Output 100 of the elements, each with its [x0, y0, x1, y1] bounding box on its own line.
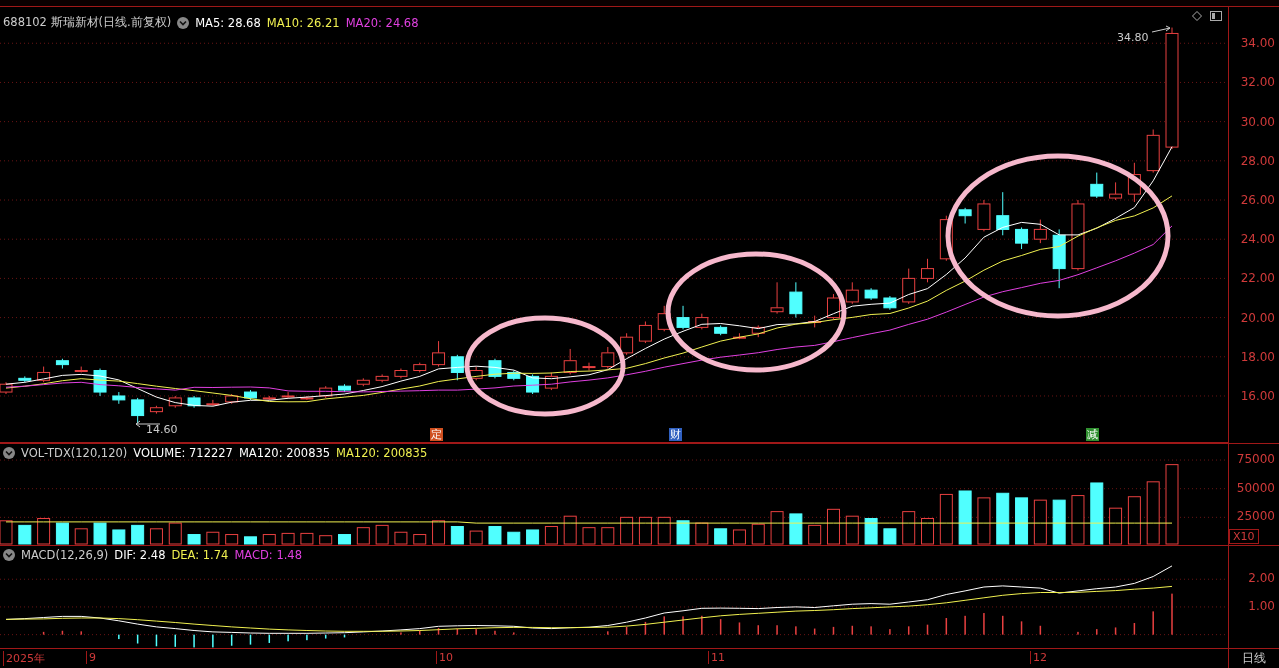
- low-price-label: 14.60: [146, 423, 178, 436]
- candlestick: [1015, 226, 1029, 250]
- indicator-value: MA120: 200835: [336, 446, 428, 460]
- candlestick: [507, 370, 521, 381]
- stock-title: 688102 斯瑞新材(日线.前复权): [3, 15, 172, 30]
- diamond-icon[interactable]: [1192, 11, 1202, 21]
- axis-label: 75000: [1236, 452, 1275, 467]
- axis-label: 30.00: [1240, 114, 1275, 129]
- axis-label: 25000: [1236, 509, 1275, 524]
- candlestick: [808, 315, 822, 328]
- candlestick: [620, 332, 634, 356]
- candlestick: [37, 366, 51, 383]
- candlestick: [206, 399, 220, 407]
- axis-label: 24.00: [1240, 232, 1275, 247]
- candlestick: [902, 268, 916, 305]
- event-marker[interactable]: 定: [430, 428, 443, 441]
- candlestick: [657, 305, 671, 332]
- candlestick: [695, 313, 709, 330]
- panel-toggle-icon[interactable]: [1210, 11, 1222, 21]
- candlestick: [864, 287, 878, 301]
- candlestick: [789, 281, 803, 319]
- chevron-down-icon[interactable]: [3, 447, 15, 459]
- axis-label: 22.00: [1240, 271, 1275, 286]
- axis-label: 28.00: [1240, 153, 1275, 168]
- axis-label: 32.00: [1240, 75, 1275, 90]
- candlestick: [131, 397, 145, 424]
- candlestick: [319, 385, 333, 399]
- axis-label: 20.00: [1240, 310, 1275, 325]
- candlestick: [770, 281, 784, 315]
- candlestick: [93, 368, 107, 397]
- candlestick: [262, 395, 276, 401]
- candlestick: [55, 358, 69, 370]
- indicator-title: VOL-TDX(120,120): [21, 446, 128, 460]
- candlestick: [488, 358, 502, 379]
- candlestick: [244, 389, 257, 401]
- candlestick: [1146, 128, 1160, 174]
- candlestick: [996, 191, 1010, 236]
- period-label[interactable]: 日线: [1242, 651, 1266, 666]
- axis-label: 1.00: [1248, 598, 1275, 613]
- candlestick: [921, 258, 934, 283]
- chevron-down-icon[interactable]: [3, 549, 15, 561]
- event-marker[interactable]: 财: [669, 428, 682, 441]
- candlestick: [1127, 162, 1141, 203]
- unit-label: X10: [1229, 529, 1259, 544]
- date-label: 9: [86, 651, 96, 664]
- axis-label: 2.00: [1248, 571, 1275, 586]
- candlestick: [958, 207, 972, 225]
- candlestick: [601, 346, 615, 370]
- indicator-value: MA5: 28.68: [195, 15, 261, 30]
- candlestick: [977, 199, 991, 232]
- candlestick: [356, 377, 370, 387]
- candlestick: [187, 395, 201, 409]
- candlestick: [300, 395, 314, 401]
- date-label: 2025年: [3, 651, 45, 666]
- date-label: 12: [1030, 651, 1047, 664]
- candlestick: [168, 395, 182, 409]
- candlestick: [375, 373, 389, 383]
- candlestick: [469, 366, 483, 381]
- axis-label: 50000: [1236, 480, 1275, 495]
- candlestick: [74, 366, 88, 373]
- candlestick: [751, 324, 765, 338]
- candlestick: [281, 391, 295, 399]
- axis-label: 34.00: [1240, 36, 1275, 51]
- candlestick: [714, 324, 728, 336]
- event-marker[interactable]: 减: [1086, 428, 1099, 441]
- chevron-down-icon[interactable]: [177, 16, 190, 29]
- candlestick: [413, 362, 427, 373]
- indicator-value: DIF: 2.48: [114, 548, 166, 562]
- axis-label: 16.00: [1240, 388, 1275, 403]
- axis-label: 18.00: [1240, 349, 1275, 364]
- indicator-value: VOLUME: 712227: [133, 446, 233, 460]
- indicator-value: MACD: 1.48: [234, 548, 302, 562]
- candlestick: [338, 383, 351, 393]
- indicator-value: MA120: 200835: [238, 446, 331, 460]
- candlestick: [450, 354, 464, 381]
- candlestick: [732, 332, 746, 340]
- candlestick: [544, 371, 558, 391]
- candlestick: [1052, 228, 1066, 289]
- pointer-arrow: [1151, 25, 1171, 33]
- high-price-label: 34.80: [1117, 31, 1149, 44]
- candlestick: [1033, 219, 1047, 244]
- indicator-value: MA10: 26.21: [266, 15, 340, 30]
- candlestick: [883, 295, 897, 311]
- candlestick: [18, 375, 32, 383]
- candlestick: [676, 305, 690, 330]
- candlestick: [582, 362, 596, 371]
- indicator-value: DEA: 1.74: [171, 548, 229, 562]
- candlestick: [845, 281, 859, 305]
- candlestick: [149, 405, 163, 415]
- candlestick: [1109, 181, 1123, 201]
- candlestick: [225, 393, 239, 405]
- date-label: 10: [436, 651, 453, 664]
- indicator-title: MACD(12,26,9): [21, 548, 109, 562]
- candlestick: [432, 340, 446, 368]
- date-label: 11: [708, 651, 725, 664]
- candlestick: [563, 348, 577, 375]
- candlestick: [394, 368, 408, 379]
- candlestick: [827, 293, 840, 321]
- indicator-value: MA20: 24.68: [345, 15, 419, 30]
- candlestick: [1090, 172, 1104, 199]
